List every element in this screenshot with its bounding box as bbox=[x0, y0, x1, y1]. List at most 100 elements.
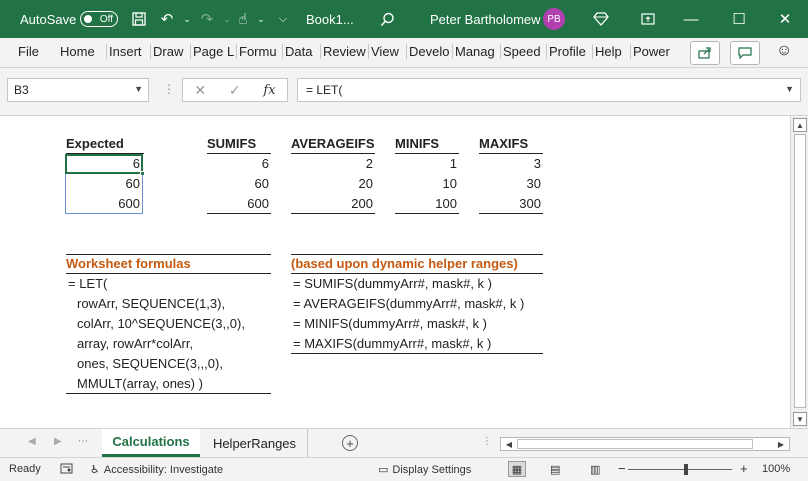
tab-file[interactable]: File bbox=[18, 44, 44, 59]
prev-sheet-icon[interactable]: ◀ bbox=[28, 436, 36, 447]
tab-help[interactable]: Help bbox=[592, 44, 628, 59]
zoom-level[interactable]: 100% bbox=[762, 463, 790, 475]
expected-cell[interactable]: 60 bbox=[65, 174, 143, 194]
helper-formula-line[interactable]: = MAXIFS(dummyArr#, mask#, k ) bbox=[293, 334, 491, 354]
tab-manage[interactable]: Manag bbox=[452, 44, 498, 59]
tab-data[interactable]: Data bbox=[282, 44, 320, 59]
maxifs-cell[interactable]: 300 bbox=[479, 194, 543, 214]
sumifs-header[interactable]: SUMIFS bbox=[207, 134, 271, 154]
avatar[interactable]: PB bbox=[543, 8, 565, 30]
tab-page-layout[interactable]: Page L bbox=[190, 44, 236, 59]
undo-icon[interactable]: ↶ bbox=[156, 9, 178, 29]
sumifs-cell[interactable]: 600 bbox=[207, 194, 271, 214]
close-button[interactable]: ✕ bbox=[762, 4, 808, 34]
formula-line[interactable]: MMULT(array, ones) ) bbox=[77, 374, 203, 394]
formula-bar-grip-icon[interactable]: ⋮ bbox=[163, 82, 175, 96]
scroll-right-icon[interactable]: ▶ bbox=[775, 438, 787, 450]
maxifs-cell[interactable]: 30 bbox=[479, 174, 543, 194]
helper-formula-line[interactable]: = SUMIFS(dummyArr#, mask#, k ) bbox=[293, 274, 492, 294]
normal-view-icon[interactable]: ▦ bbox=[508, 461, 526, 477]
accessibility-status[interactable]: ♿ Accessibility: Investigate bbox=[90, 463, 223, 477]
averageifs-cell[interactable]: 2 bbox=[291, 154, 375, 174]
helper-formulas-header[interactable]: (based upon dynamic helper ranges) bbox=[291, 254, 543, 274]
zoom-slider[interactable] bbox=[628, 469, 732, 470]
minifs-cell[interactable]: 100 bbox=[395, 194, 459, 214]
zoom-slider-thumb[interactable] bbox=[684, 464, 688, 475]
tab-review[interactable]: Review bbox=[320, 44, 366, 59]
scroll-up-icon[interactable]: ▲ bbox=[793, 118, 807, 132]
formula-line[interactable]: rowArr, SEQUENCE(1,3), bbox=[77, 294, 225, 314]
document-title[interactable]: Book1... bbox=[306, 12, 354, 27]
zoom-out-icon[interactable]: − bbox=[618, 461, 626, 476]
tab-home[interactable]: Home bbox=[60, 44, 98, 59]
scroll-thumb[interactable] bbox=[794, 134, 806, 408]
next-sheet-icon[interactable]: ▶ bbox=[54, 436, 62, 447]
tab-formulas[interactable]: Formu bbox=[236, 44, 282, 59]
vertical-scrollbar[interactable]: ▲ ▼ bbox=[790, 116, 808, 428]
page-break-view-icon[interactable]: ▥ bbox=[590, 463, 600, 476]
autosave-toggle[interactable]: Off bbox=[80, 11, 118, 27]
horizontal-scroll-thumb[interactable] bbox=[517, 439, 753, 449]
cancel-icon[interactable]: ✕ bbox=[194, 82, 206, 99]
macro-record-icon[interactable] bbox=[60, 463, 73, 474]
averageifs-cell[interactable]: 200 bbox=[291, 194, 375, 214]
tab-speed[interactable]: Speed bbox=[500, 44, 546, 59]
minifs-cell[interactable]: 1 bbox=[395, 154, 459, 174]
display-settings[interactable]: ▭ Display Settings bbox=[378, 463, 471, 477]
tab-split-icon[interactable]: ⋮ bbox=[482, 436, 492, 447]
formula-line[interactable]: = LET( bbox=[68, 274, 107, 294]
sheet-tab-calculations[interactable]: Calculations bbox=[102, 429, 200, 457]
formula-line[interactable]: colArr, 10^SEQUENCE(3,,0), bbox=[77, 314, 245, 334]
tab-developer[interactable]: Develo bbox=[406, 44, 452, 59]
feedback-smiley-icon[interactable]: ☺ bbox=[776, 42, 798, 60]
search-icon[interactable] bbox=[376, 9, 398, 29]
expected-cell[interactable]: 600 bbox=[65, 194, 143, 214]
user-name[interactable]: Peter Bartholomew bbox=[430, 12, 541, 27]
tab-insert[interactable]: Insert bbox=[106, 44, 150, 59]
sumifs-cell[interactable]: 60 bbox=[207, 174, 271, 194]
add-sheet-button[interactable]: + bbox=[342, 435, 358, 451]
minifs-cell[interactable]: 10 bbox=[395, 174, 459, 194]
name-box[interactable]: B3 ▼ bbox=[7, 78, 149, 102]
touch-dropdown-icon[interactable]: ⌄ bbox=[250, 9, 272, 29]
scroll-down-icon[interactable]: ▼ bbox=[793, 412, 807, 426]
diamond-icon[interactable] bbox=[590, 9, 612, 29]
ribbon-display-icon[interactable] bbox=[637, 9, 659, 29]
customize-toolbar-icon[interactable]: ⌵ bbox=[272, 9, 294, 29]
formula-line[interactable]: array, rowArr*colArr, bbox=[77, 334, 193, 354]
worksheet-formulas-header[interactable]: Worksheet formulas bbox=[66, 254, 271, 274]
sheet-nav-more-icon[interactable]: ⋯ bbox=[78, 436, 88, 447]
formula-line[interactable]: ones, SEQUENCE(3,,,0), bbox=[77, 354, 223, 374]
averageifs-cell[interactable]: 20 bbox=[291, 174, 375, 194]
tab-profile[interactable]: Profile bbox=[546, 44, 592, 59]
sumifs-cell[interactable]: 6 bbox=[207, 154, 271, 174]
helper-formula-line[interactable]: = AVERAGEIFS(dummyArr#, mask#, k ) bbox=[293, 294, 524, 314]
helper-formula-line[interactable]: = MINIFS(dummyArr#, mask#, k ) bbox=[293, 314, 487, 334]
horizontal-scrollbar[interactable]: ◀ ▶ bbox=[500, 437, 790, 451]
page-layout-view-icon[interactable]: ▤ bbox=[550, 463, 560, 476]
zoom-in-icon[interactable]: + bbox=[740, 461, 748, 476]
save-icon[interactable] bbox=[128, 9, 150, 29]
share-icon[interactable] bbox=[690, 41, 720, 65]
expand-formula-icon[interactable]: ▼ bbox=[785, 84, 794, 94]
worksheet-grid[interactable]: Expected 6 60 600 SUMIFS 6 60 600 AVERAG… bbox=[0, 116, 790, 428]
chevron-down-icon[interactable]: ▼ bbox=[134, 84, 143, 94]
averageifs-header[interactable]: AVERAGEIFS bbox=[291, 134, 375, 154]
expected-cell[interactable]: 6 bbox=[65, 154, 143, 174]
redo-icon[interactable]: ↷ bbox=[196, 9, 218, 29]
maxifs-header[interactable]: MAXIFS bbox=[479, 134, 543, 154]
expected-header[interactable]: Expected bbox=[66, 134, 144, 154]
tab-draw[interactable]: Draw bbox=[150, 44, 190, 59]
minifs-header[interactable]: MINIFS bbox=[395, 134, 459, 154]
enter-check-icon[interactable]: ✓ bbox=[229, 82, 241, 99]
maximize-button[interactable]: ☐ bbox=[716, 4, 762, 34]
insert-function-icon[interactable]: fx bbox=[263, 83, 275, 98]
tab-power[interactable]: Power bbox=[630, 44, 676, 59]
minimize-button[interactable]: — bbox=[668, 4, 714, 34]
formula-input[interactable]: = LET( ▼ bbox=[297, 78, 801, 102]
comments-icon[interactable] bbox=[730, 41, 760, 65]
sheet-tab-helperranges[interactable]: HelperRanges bbox=[202, 429, 308, 457]
maxifs-cell[interactable]: 3 bbox=[479, 154, 543, 174]
tab-view[interactable]: View bbox=[368, 44, 404, 59]
scroll-left-icon[interactable]: ◀ bbox=[503, 438, 515, 450]
